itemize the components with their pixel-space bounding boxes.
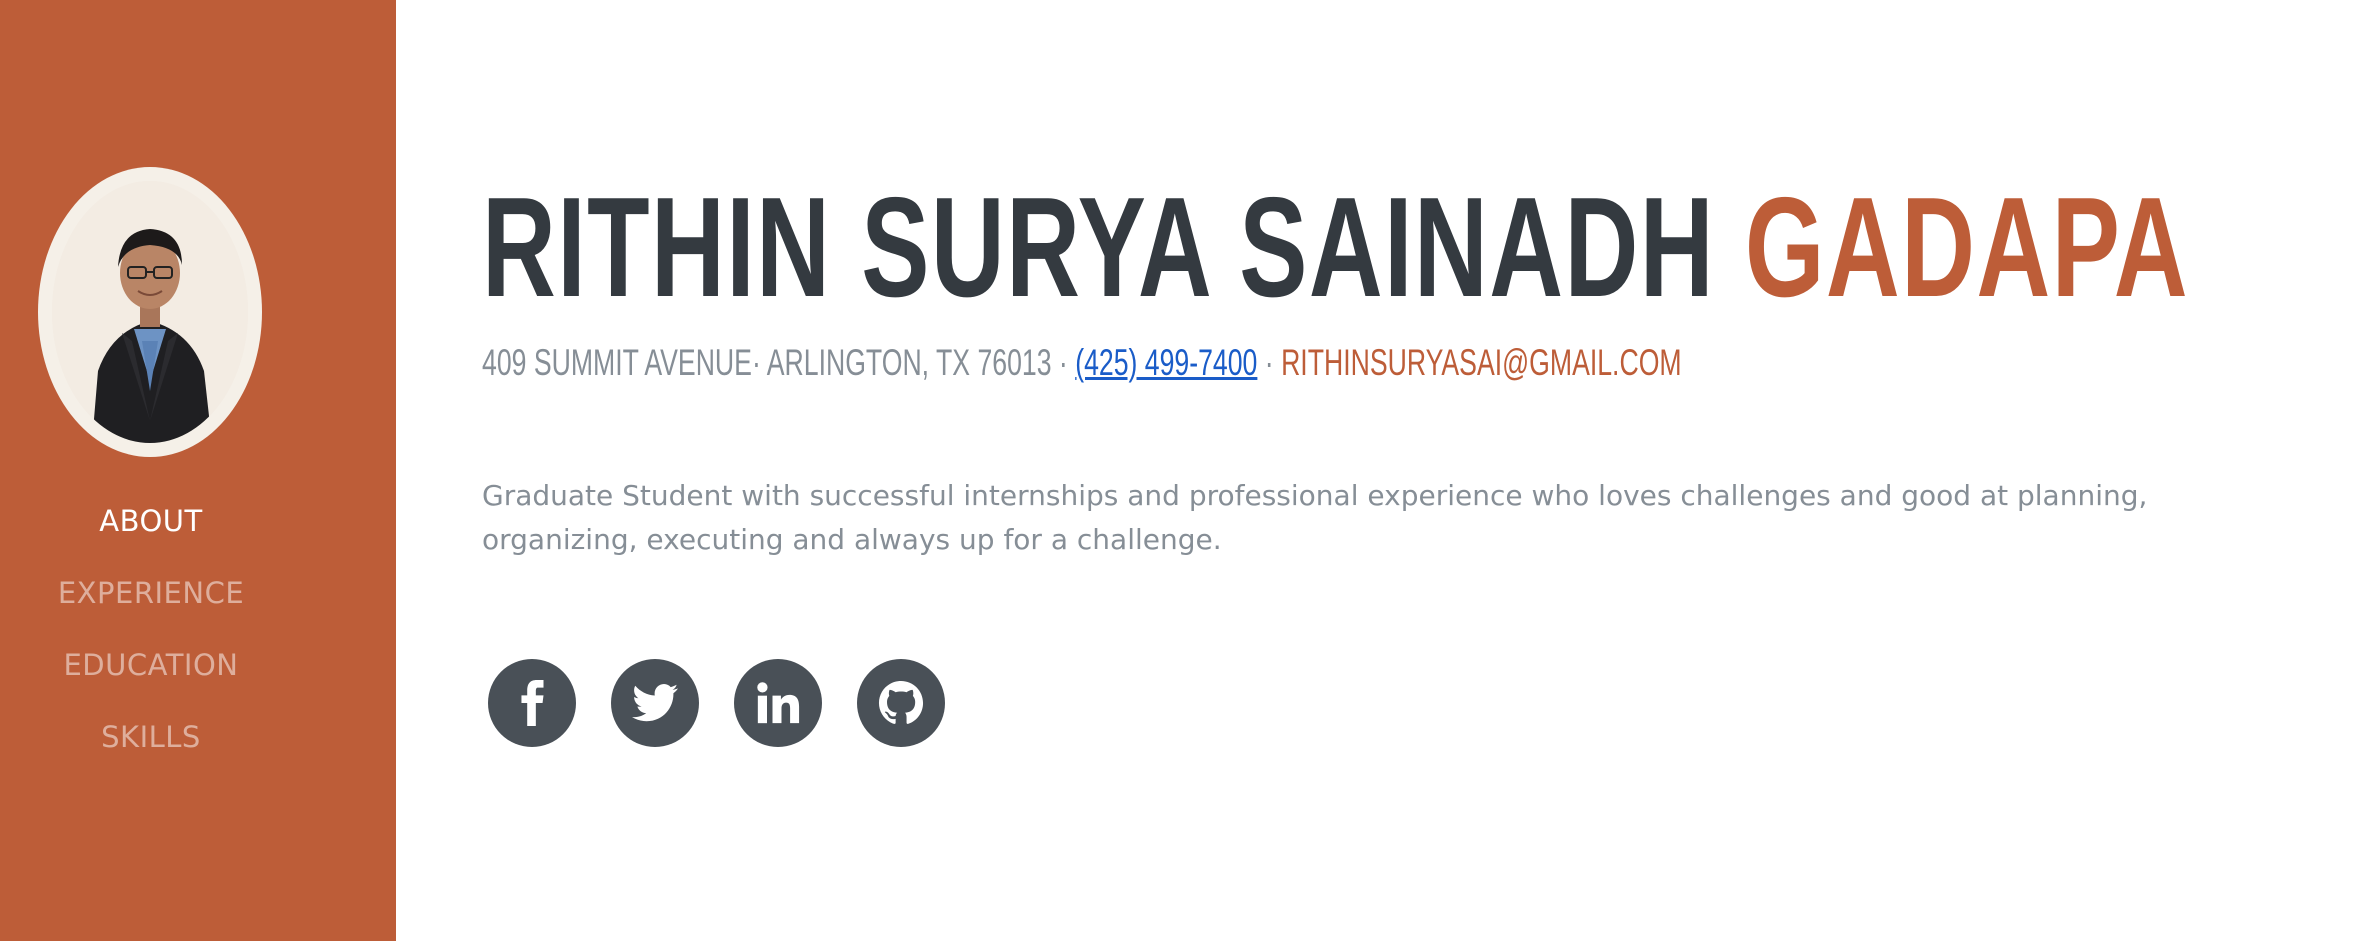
profile-photo-image <box>52 181 248 443</box>
first-name: RITHIN SURYA SAINADH <box>482 168 1716 327</box>
github-icon <box>878 680 924 724</box>
linkedin-button[interactable] <box>734 659 822 747</box>
address-text: 409 SUMMIT AVENUE· ARLINGTON, TX 76013 · <box>482 342 1068 383</box>
nav-item-experience[interactable]: EXPERIENCE <box>0 569 302 641</box>
linkedin-icon <box>757 682 800 724</box>
twitter-button[interactable] <box>611 659 699 747</box>
social-icons <box>488 659 980 747</box>
page-title: RITHIN SURYA SAINADH GADAPA <box>482 168 2189 328</box>
facebook-icon <box>521 680 544 726</box>
github-button[interactable] <box>857 659 945 747</box>
profile-photo <box>38 167 262 457</box>
nav-item-education[interactable]: EDUCATION <box>0 641 302 713</box>
facebook-button[interactable] <box>488 659 576 747</box>
email-link[interactable]: RITHINSURYASAI@GMAIL.COM <box>1281 342 1682 383</box>
phone-link[interactable]: (425) 499-7400 <box>1075 342 1257 383</box>
contact-separator: · <box>1264 342 1274 383</box>
about-text: Graduate Student with successful interns… <box>482 479 2148 556</box>
nav-item-skills[interactable]: SKILLS <box>0 713 302 785</box>
twitter-icon <box>632 684 678 722</box>
last-name: GADAPA <box>1744 168 2190 327</box>
sidebar: ABOUT EXPERIENCE EDUCATION SKILLS <box>0 0 396 941</box>
sidebar-nav: ABOUT EXPERIENCE EDUCATION SKILLS <box>0 497 302 785</box>
contact-line: 409 SUMMIT AVENUE· ARLINGTON, TX 76013 ·… <box>482 340 1682 386</box>
nav-item-about[interactable]: ABOUT <box>0 497 302 569</box>
